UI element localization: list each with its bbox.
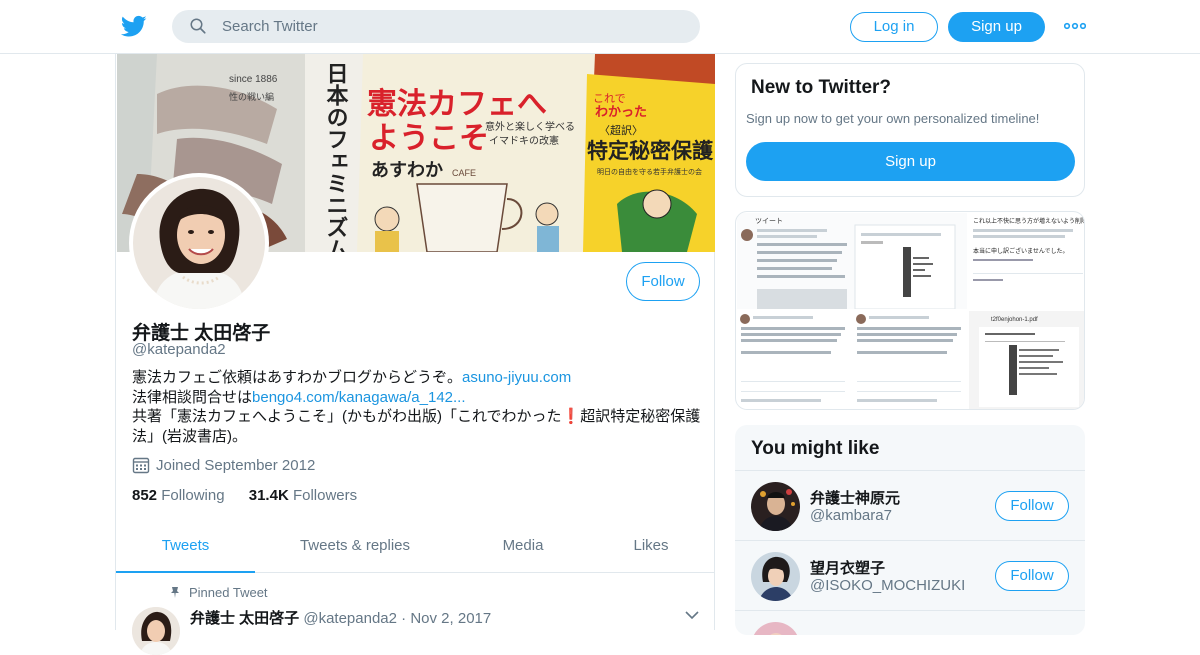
profile-bio: 憲法カフェご依頼はあすわかブログからどうぞ。asuno-jiyuu.com 法律… [132, 368, 702, 446]
book2-author: あすわか [371, 160, 443, 181]
tab-likes[interactable]: Likes [611, 519, 691, 573]
calendar-icon [132, 457, 150, 474]
media-thumb-5[interactable]: t2f0enjohon-1.pdf [969, 311, 1084, 409]
suggested-user-row[interactable] [735, 610, 1085, 635]
tweet-avatar[interactable] [132, 607, 180, 655]
suggested-user-row[interactable]: 弁護士神原元 @kambara7 Follow [735, 470, 1085, 540]
chevron-down-icon[interactable] [685, 610, 699, 620]
login-button[interactable]: Log in [850, 12, 938, 42]
book3-tag: 〈超訳〉 [599, 123, 643, 137]
sidebar-signup-button[interactable]: Sign up [746, 142, 1075, 181]
top-navigation-bar: Log in Sign up [0, 0, 1200, 54]
book1-vertical-title: 日本のフェミニズム [323, 62, 349, 252]
avatar-photo [133, 177, 265, 309]
suggested-user-name[interactable]: 望月衣塑子 [810, 557, 885, 578]
bio-line-3: 共著「憲法カフェへようこそ」(かもがわ出版)「これでわかった [132, 408, 562, 425]
suggested-follow-button[interactable]: Follow [995, 491, 1069, 521]
book1-small-text: since 1886 [229, 74, 278, 85]
tab-tweets[interactable]: Tweets [116, 519, 255, 573]
tweet-screenshot-image: ツイート [737, 213, 967, 309]
avatar-photo [751, 552, 800, 601]
profile-avatar[interactable] [129, 173, 269, 313]
suggested-user-name[interactable]: 弁護士神原元 [810, 487, 900, 508]
followers-stat[interactable]: 31.4K Followers [249, 487, 357, 504]
pinned-tweet-label: Pinned Tweet [169, 585, 268, 600]
suggested-user-handle: @ISOKO_MOCHIZUKI [810, 577, 966, 594]
tweet-author-handle[interactable]: @katepanda2 [303, 610, 397, 627]
profile-column: since 1886 性の戦い編 日本のフェミニズム 憲法カフェへ ようこそ 意… [115, 54, 715, 655]
search-icon [190, 18, 206, 34]
search-box[interactable] [172, 10, 700, 43]
following-count: 852 [132, 487, 158, 504]
book3-title: わかった [595, 105, 647, 120]
joined-date: Joined September 2012 [132, 456, 315, 474]
suggested-user-avatar[interactable] [751, 622, 800, 635]
suggested-user-avatar[interactable] [751, 482, 800, 531]
thumb5-title: t2f0enjohon-1.pdf [991, 317, 1038, 323]
bio-link-asuno[interactable]: asuno-jiyuu.com [462, 369, 571, 386]
media-thumb-1[interactable]: ツイート [737, 213, 967, 309]
media-preview-grid: ツイート これ以上不快に思う方が増えないよう削除、非公開させていただきます。 [735, 211, 1085, 410]
tweet-date[interactable]: Nov 2, 2017 [410, 610, 491, 627]
following-label: Following [161, 487, 225, 504]
search-input[interactable] [222, 10, 682, 43]
book1-sub-text: 性の戦い編 [229, 91, 274, 103]
signup-button[interactable]: Sign up [948, 12, 1045, 42]
tweet-screenshot-image [853, 311, 967, 409]
document-screenshot-image: t2f0enjohon-1.pdf [969, 311, 1084, 409]
follow-stats: 852 Following 31.4K Followers [132, 487, 357, 504]
tweet-avatar-photo [132, 607, 180, 655]
avatar-photo [751, 482, 800, 531]
pin-icon [171, 587, 179, 598]
profile-handle: @katepanda2 [132, 341, 226, 358]
media-thumb-2[interactable]: これ以上不快に思う方が増えないよう削除、非公開させていただきます。 本当に申し訳… [969, 213, 1085, 309]
new-to-twitter-subtitle: Sign up now to get your own personalized… [746, 111, 1040, 126]
tweet-screenshot-image [737, 311, 851, 409]
thumb2-line-1: これ以上不快に思う方が増えないよう削除、非公開させていただきます。 [973, 217, 1085, 225]
book2-title-2: ようこそ [369, 121, 489, 156]
thumb2-apology: 本当に申し訳ございませんでした。 [973, 247, 1069, 255]
tab-tweets-replies[interactable]: Tweets & replies [279, 519, 431, 573]
new-to-twitter-card: New to Twitter? Sign up now to get your … [735, 63, 1085, 197]
media-thumb-3[interactable] [737, 311, 851, 409]
suggested-follow-button[interactable]: Follow [995, 561, 1069, 591]
followers-label: Followers [292, 487, 358, 504]
tab-media[interactable]: Media [478, 519, 568, 573]
suggested-user-handle: @kambara7 [810, 507, 892, 524]
avatar-photo [751, 622, 800, 635]
twitter-bird-icon[interactable] [121, 13, 147, 39]
you-might-like-title: You might like [751, 438, 880, 459]
tweet-screenshot-image: これ以上不快に思う方が増えないよう削除、非公開させていただきます。 本当に申し訳… [969, 213, 1085, 309]
bio-line-1: 憲法カフェご依頼はあすわかブログからどうぞ。 [132, 369, 463, 386]
book2-cafe-text: CAFE [452, 168, 476, 178]
thumb1-header: ツイート [755, 217, 783, 225]
following-stat[interactable]: 852 Following [132, 487, 225, 504]
more-dots-icon[interactable] [1064, 21, 1086, 31]
suggested-user-avatar[interactable] [751, 552, 800, 601]
tweet-header: 弁護士 太田啓子 @katepanda2 · Nov 2, 2017 [190, 607, 491, 628]
tweet-author-name[interactable]: 弁護士 太田啓子 [190, 610, 299, 627]
new-to-twitter-title: New to Twitter? [751, 77, 892, 98]
book3-small-text: これで [593, 92, 626, 105]
pinned-text: Pinned Tweet [189, 585, 268, 600]
you-might-like-card: You might like 弁護士神原元 @kambara7 Follow 望… [735, 425, 1085, 635]
book2-sub-1: 意外と楽しく学べる [485, 120, 575, 133]
followers-count: 31.4K [248, 487, 289, 504]
exclamation-emoji: ❗ [561, 408, 581, 425]
tweet-separator: · [401, 610, 407, 627]
suggested-user-row[interactable]: 望月衣塑子 @ISOKO_MOCHIZUKI Follow [735, 540, 1085, 610]
book3-main-title: 特定秘密保護 [587, 139, 714, 163]
media-thumb-4[interactable] [853, 311, 967, 409]
book3-sub-text: 明日の自由を守る若手弁護士の会 [597, 167, 702, 176]
book2-sub-2: イマドキの改憲 [489, 134, 559, 147]
joined-text: Joined September 2012 [156, 457, 316, 474]
bio-link-bengo4[interactable]: bengo4.com/kanagawa/a_142... [252, 389, 466, 406]
profile-tabs: Tweets Tweets & replies Media Likes [116, 519, 714, 573]
bio-line-2: 法律相談問合せは [132, 388, 253, 406]
thumb2-text: これ以上不快に思う方が増えないよう削除、非公開させていただきます。 [973, 217, 1085, 225]
follow-button[interactable]: Follow [626, 262, 700, 301]
book2-title-1: 憲法カフェへ [367, 87, 547, 122]
